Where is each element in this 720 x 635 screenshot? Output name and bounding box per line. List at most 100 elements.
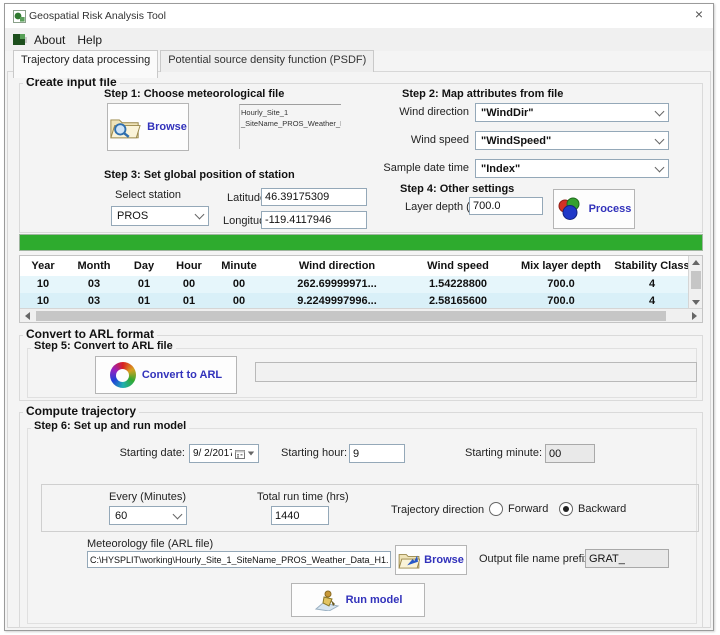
chevron-down-icon xyxy=(248,452,254,456)
colored-balls-icon xyxy=(557,197,583,221)
run-model-label: Run model xyxy=(346,594,403,606)
tab-trajectory-data-processing[interactable]: Trajectory data processing xyxy=(13,50,158,78)
starting-date-label: Starting date: xyxy=(95,447,185,459)
window-title: Geospatial Risk Analysis Tool xyxy=(29,10,166,22)
table-horizontal-scrollbar[interactable] xyxy=(20,308,702,322)
convert-to-arl-label: Convert to ARL xyxy=(142,369,222,381)
met-file-name-line1: Hourly_Site_1 xyxy=(241,107,340,118)
sample-date-time-select[interactable]: "Index" xyxy=(475,159,669,178)
weather-data-table: Year Month Day Hour Minute Wind directio… xyxy=(19,255,703,323)
col-stability-class[interactable]: Stability Class xyxy=(614,256,690,276)
scroll-up-icon[interactable] xyxy=(692,260,700,265)
wind-speed-select[interactable]: "WindSpeed" xyxy=(475,131,669,150)
vertical-scroll-thumb[interactable] xyxy=(691,271,701,289)
wind-direction-label: Wind direction xyxy=(349,106,469,118)
folder-arrow-icon xyxy=(398,551,420,569)
longitude-field[interactable] xyxy=(261,211,367,229)
every-minutes-select[interactable]: 60 xyxy=(109,506,187,525)
wind-direction-select[interactable]: "WindDir" xyxy=(475,103,669,122)
col-wind-speed[interactable]: Wind speed xyxy=(408,256,508,276)
convert-progress-bar xyxy=(255,362,697,382)
cell: 00 xyxy=(166,276,212,293)
every-minutes-value: 60 xyxy=(115,510,174,522)
station-value: PROS xyxy=(117,210,196,222)
col-wind-direction[interactable]: Wind direction xyxy=(266,256,408,276)
app-icon xyxy=(13,10,26,23)
menubar: About Help xyxy=(5,28,713,51)
wind-speed-label: Wind speed xyxy=(349,134,469,146)
process-button[interactable]: Process xyxy=(553,189,635,229)
met-arl-file-label: Meteorology file (ARL file) xyxy=(87,538,213,550)
step5-title: Step 5: Convert to ARL file xyxy=(31,340,176,352)
radio-unselected-icon xyxy=(489,502,503,516)
process-label: Process xyxy=(589,203,632,215)
color-wheel-icon xyxy=(110,362,136,388)
scroll-left-icon[interactable] xyxy=(25,312,30,320)
step6-title: Step 6: Set up and run model xyxy=(31,420,189,432)
starting-date-picker[interactable]: 9/ 2/2017 xyxy=(189,444,259,463)
total-run-time-field[interactable] xyxy=(271,506,329,525)
tabstrip: Trajectory data processing Potential sou… xyxy=(13,50,374,72)
col-year[interactable]: Year xyxy=(20,256,66,276)
browse-met-file-button[interactable]: Browse xyxy=(107,103,189,151)
wind-speed-value: "WindSpeed" xyxy=(481,135,656,147)
col-month[interactable]: Month xyxy=(66,256,122,276)
met-arl-file-field[interactable] xyxy=(87,551,391,568)
select-station-label: Select station xyxy=(115,189,181,201)
run-model-button[interactable]: Run model xyxy=(291,583,425,617)
col-minute[interactable]: Minute xyxy=(212,256,266,276)
step2-title: Step 2: Map attributes from file xyxy=(399,88,566,100)
browse-met-file-label: Browse xyxy=(147,121,187,133)
cell: 262.69999971... xyxy=(266,276,408,293)
browse-arl-button[interactable]: Browse xyxy=(395,545,467,575)
cell: 01 xyxy=(122,276,166,293)
latitude-field[interactable] xyxy=(261,188,367,206)
chevron-down-icon xyxy=(655,106,665,116)
calendar-icon xyxy=(235,449,245,459)
chevron-down-icon xyxy=(655,162,665,172)
cell: 1.54228800 xyxy=(408,276,508,293)
output-prefix-field[interactable] xyxy=(585,549,669,568)
close-icon[interactable]: × xyxy=(695,7,703,21)
backward-label: Backward xyxy=(578,503,626,515)
trajectory-direction-label: Trajectory direction xyxy=(391,504,484,516)
step1-title: Step 1: Choose meteorological file xyxy=(101,88,287,100)
cell: 00 xyxy=(212,276,266,293)
station-select[interactable]: PROS xyxy=(111,206,209,226)
scroll-right-icon[interactable] xyxy=(692,312,697,320)
table-row[interactable]: 10 03 01 00 00 262.69999971... 1.5422880… xyxy=(20,276,702,293)
every-minutes-label: Every (Minutes) xyxy=(109,491,186,503)
table-header-row: Year Month Day Hour Minute Wind directio… xyxy=(20,256,702,276)
col-hour[interactable]: Hour xyxy=(166,256,212,276)
about-menu-icon xyxy=(13,33,27,46)
sample-date-time-value: "Index" xyxy=(481,163,656,175)
total-run-time-label: Total run time (hrs) xyxy=(257,491,349,503)
met-file-name-line2: _SiteName_PROS_Weather_Data.csv xyxy=(241,118,340,129)
cell: 4 xyxy=(614,276,690,293)
cell: 10 xyxy=(20,276,66,293)
table-vertical-scrollbar[interactable] xyxy=(688,256,702,309)
wind-direction-value: "WindDir" xyxy=(481,107,656,119)
horizontal-scroll-thumb[interactable] xyxy=(36,311,666,321)
starting-minute-field[interactable] xyxy=(545,444,595,463)
layer-depth-field[interactable] xyxy=(469,197,543,215)
starting-date-value: 9/ 2/2017 xyxy=(193,448,232,459)
cell: 03 xyxy=(66,276,122,293)
starting-hour-field[interactable] xyxy=(349,444,405,463)
col-mix-layer-depth[interactable]: Mix layer depth xyxy=(508,256,614,276)
compute-title: Compute trajectory xyxy=(23,404,139,418)
scroll-down-icon[interactable] xyxy=(692,300,700,305)
col-day[interactable]: Day xyxy=(122,256,166,276)
menu-about[interactable]: About xyxy=(31,31,74,49)
step3-title: Step 3: Set global position of station xyxy=(101,169,298,181)
browse-arl-label: Browse xyxy=(424,554,464,566)
convert-title: Convert to ARL format xyxy=(23,327,157,341)
forward-radio[interactable]: Forward xyxy=(489,502,548,516)
tab-psdf[interactable]: Potential source density function (PSDF) xyxy=(160,50,374,72)
convert-to-arl-button[interactable]: Convert to ARL xyxy=(95,356,237,394)
sample-date-time-label: Sample date time xyxy=(349,162,469,174)
backward-radio[interactable]: Backward xyxy=(559,502,626,516)
forward-label: Forward xyxy=(508,503,548,515)
menu-help[interactable]: Help xyxy=(74,31,111,49)
chevron-down-icon xyxy=(655,134,665,144)
